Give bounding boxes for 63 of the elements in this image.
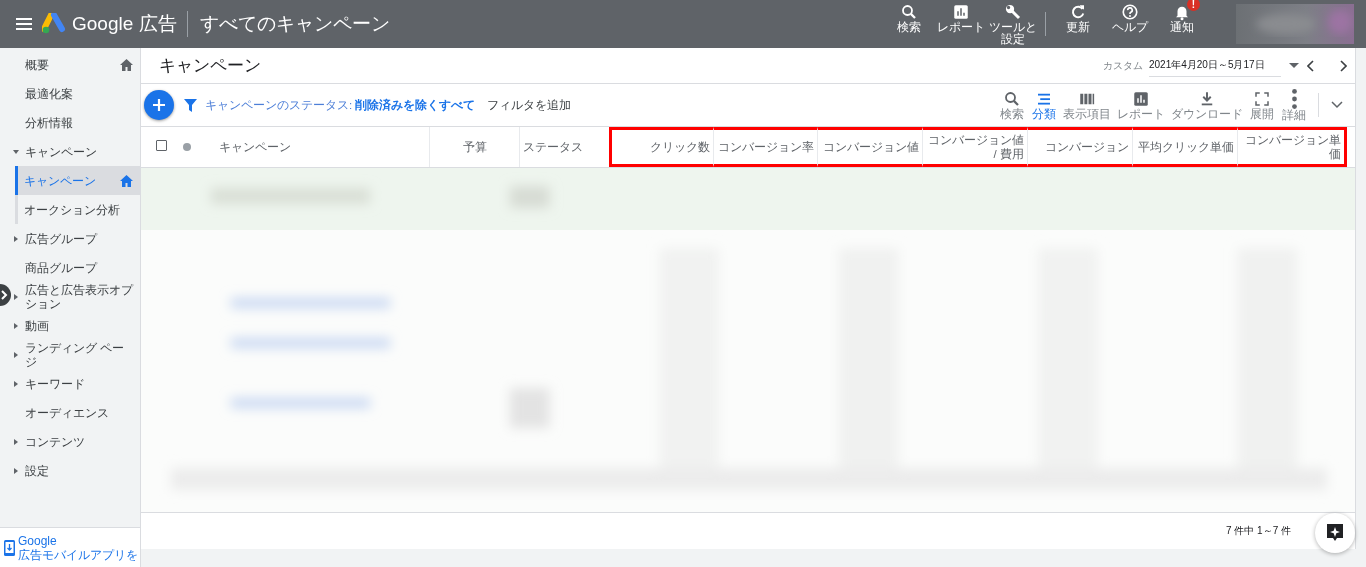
date-range-label: カスタム [1103, 58, 1143, 73]
dropdown-icon[interactable] [1289, 62, 1299, 69]
column-header[interactable]: キャンペーン [141, 127, 429, 167]
nav-item[interactable]: コンテンツ [12, 427, 140, 456]
chevron-left-icon[interactable] [1307, 59, 1315, 72]
phone-icon [4, 539, 15, 556]
pagination-text: 7 件中 1～7 件 [1225, 524, 1291, 538]
bell-button[interactable]: ! 通知 [1157, 0, 1207, 48]
logo-icon [42, 13, 66, 35]
section-title: キャンペーン [159, 55, 262, 77]
help-button[interactable]: ヘルプ [1105, 0, 1155, 48]
sparkle-icon [1326, 523, 1344, 543]
nav-item[interactable]: オーディエンス [12, 398, 140, 427]
nav-item[interactable]: 概要 [12, 50, 140, 79]
checkbox[interactable] [156, 140, 167, 151]
help-icon [1121, 3, 1139, 21]
mobile-app-link[interactable]: Google 広告モバイルアプリを [0, 527, 140, 567]
plus-icon [153, 99, 165, 111]
status-filter[interactable]: キャンペーンのステータス: 削除済みを除くすべて [205, 97, 476, 113]
nav-item[interactable]: キャンペーン [15, 166, 140, 195]
nav-item[interactable]: 商品グループ [12, 253, 140, 282]
nav-item[interactable]: 動画 [12, 311, 140, 340]
bar-chart-button[interactable]: レポート [936, 0, 986, 48]
alert-badge: ! [1187, 0, 1200, 11]
bar-chart-icon [1132, 90, 1150, 108]
search-icon [900, 3, 918, 21]
column-header[interactable]: 予算 [429, 127, 519, 167]
menu-icon[interactable] [16, 18, 32, 30]
more-icon [1291, 89, 1297, 109]
bar-chart-icon [952, 3, 970, 21]
lines-tool[interactable]: 分類 [1031, 89, 1057, 121]
chevron-right-icon[interactable] [1339, 59, 1347, 72]
corners-icon [1253, 90, 1271, 108]
corners-tool[interactable]: 展開 [1249, 89, 1275, 121]
nav-item[interactable]: 分析情報 [12, 108, 140, 137]
search-tool[interactable]: 検索 [999, 89, 1025, 121]
refresh-icon [1069, 3, 1087, 21]
status-dot-icon [183, 143, 191, 151]
page-title: すべてのキャンペーン [199, 12, 391, 36]
nav-item[interactable]: ランディング ページ [12, 340, 140, 369]
bar-chart-tool[interactable]: レポート [1117, 89, 1165, 121]
add-button[interactable] [144, 90, 174, 120]
nav-item[interactable]: 広告と広告表示オプション [12, 282, 140, 311]
wrench-button[interactable]: ツールと設定 [988, 0, 1038, 48]
more-tool[interactable]: 詳細 [1281, 88, 1307, 122]
nav-item[interactable]: 最適化案 [12, 79, 140, 108]
search-icon [1003, 90, 1021, 108]
nav-item[interactable]: キーワード [12, 369, 140, 398]
app-name: Google 広告 [72, 11, 188, 37]
filter-icon[interactable] [184, 98, 197, 112]
nav-item[interactable]: 広告グループ [12, 224, 140, 253]
columns-tool[interactable]: 表示項目 [1063, 89, 1111, 121]
search-button[interactable]: 検索 [884, 0, 934, 48]
chevron-down-icon[interactable] [1331, 101, 1343, 109]
add-filter-link[interactable]: フィルタを追加 [487, 96, 996, 114]
refresh-button[interactable]: 更新 [1053, 0, 1103, 48]
nav-item[interactable]: 設定 [12, 456, 140, 485]
wrench-icon [1004, 3, 1022, 21]
nav-item[interactable]: オークション分析 [18, 195, 140, 224]
column-header[interactable]: ステータス [519, 127, 609, 167]
date-range-field[interactable]: 2021年4月20日～5月17日 [1149, 54, 1281, 77]
download-tool[interactable]: ダウンロード [1171, 89, 1243, 121]
nav-item[interactable]: キャンペーン [12, 137, 140, 166]
